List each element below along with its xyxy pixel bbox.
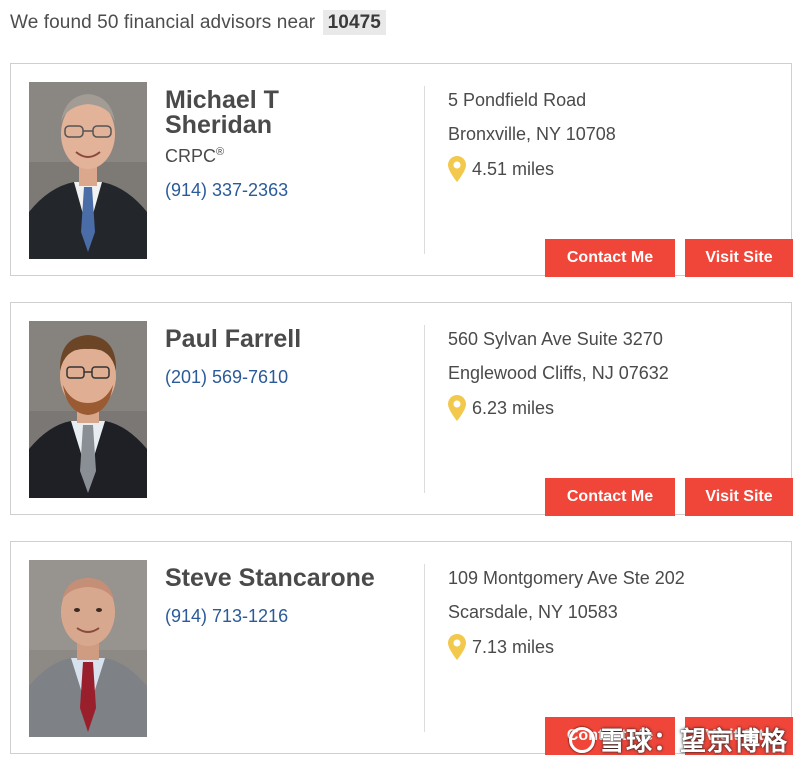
address-line2: Scarsdale, NY 10583 [448, 602, 618, 622]
advisor-name-line1: Michael T [165, 86, 279, 114]
distance: 4.51 miles [448, 156, 554, 182]
advisor-photo [29, 560, 147, 737]
distance-text: 7.13 miles [472, 636, 555, 657]
zip-code: 10475 [322, 10, 386, 35]
address-line1: 560 Sylvan Ave Suite 3270 [448, 329, 663, 349]
advisor-photo [29, 321, 147, 498]
address-line2: Bronxville, NY 10708 [448, 124, 616, 144]
watermark-text: 雪球：望京博格 [598, 726, 788, 756]
advisor-name: Michael T Sheridan [165, 88, 415, 138]
advisor-card: Paul Farrell (201) 569-7610 560 Sylvan A… [10, 302, 793, 516]
advisor-phone-link[interactable]: (914) 713-1216 [165, 606, 288, 627]
snowball-logo-icon [568, 726, 595, 753]
advisor-phone-link[interactable]: (914) 337-2363 [165, 180, 288, 201]
results-count-text: We found 50 financial advisors near [10, 12, 316, 33]
contact-me-button[interactable]: Contact Me [545, 239, 675, 277]
distance: 6.23 miles [448, 395, 554, 421]
advisor-name: Steve Stancarone [165, 564, 375, 592]
distance-text: 4.51 miles [472, 158, 555, 179]
watermark: 雪球：望京博格 [568, 721, 788, 758]
distance-text: 6.23 miles [472, 397, 555, 418]
visit-site-button[interactable]: Visit Site [685, 239, 793, 277]
visit-site-button[interactable]: Visit Site [685, 478, 793, 516]
card-divider [424, 86, 425, 254]
address-line2: Englewood Cliffs, NJ 07632 [448, 363, 669, 383]
registered-mark: ® [216, 146, 225, 158]
results-header: We found 50 financial advisors near 1047… [10, 10, 386, 35]
distance: 7.13 miles [448, 634, 554, 660]
map-pin-icon [448, 156, 466, 182]
advisor-name: Paul Farrell [165, 325, 302, 353]
address-line1: 109 Montgomery Ave Ste 202 [448, 568, 685, 588]
card-divider [424, 564, 425, 732]
advisor-card: Michael T Sheridan CRPC® (914) 337-2363 … [10, 63, 793, 277]
advisor-phone-link[interactable]: (201) 569-7610 [165, 367, 288, 388]
address-line1: 5 Pondfield Road [448, 90, 587, 110]
map-pin-icon [448, 634, 466, 660]
credential-text: CRPC [165, 146, 217, 166]
card-divider [424, 325, 425, 493]
contact-me-button[interactable]: Contact Me [545, 478, 675, 516]
advisor-name-line2: Sheridan [165, 111, 272, 139]
advisor-photo [29, 82, 147, 259]
map-pin-icon [448, 395, 466, 421]
advisor-credential: CRPC® [165, 146, 224, 167]
